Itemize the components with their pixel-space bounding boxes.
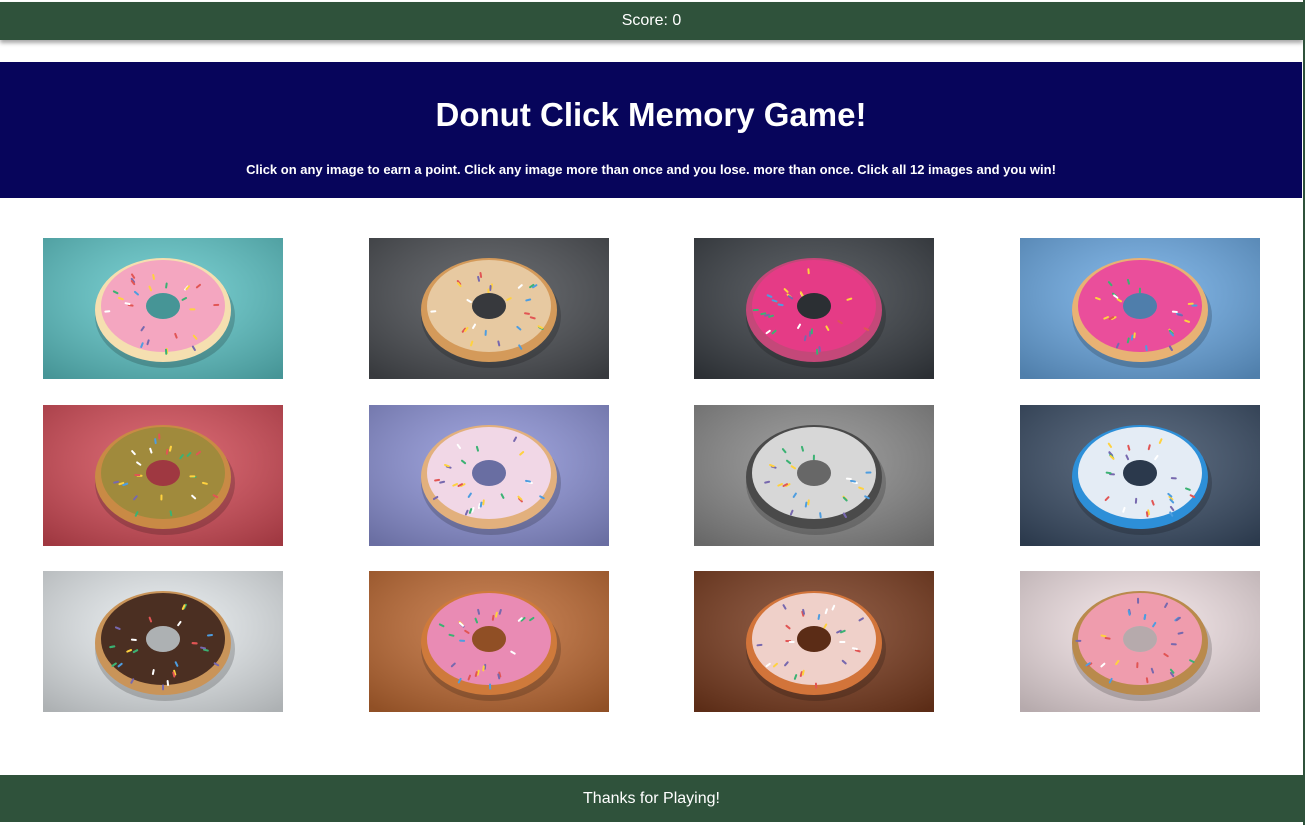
- donut-photo: [1020, 405, 1260, 546]
- donut-card-black-white-plate[interactable]: [694, 405, 934, 546]
- header-jumbotron: Donut Click Memory Game! Click on any im…: [0, 62, 1302, 198]
- score-navbar: Score: 0: [0, 2, 1303, 40]
- donut-card-chocolate-drizzle[interactable]: [43, 571, 283, 712]
- game-page: Score: 0 Donut Click Memory Game! Click …: [0, 0, 1305, 825]
- donut-photo: [694, 238, 934, 379]
- donut-card-pink-sprinkles-dark[interactable]: [694, 238, 934, 379]
- donut-photo: [1020, 238, 1260, 379]
- donut-card-rainbow-closeup[interactable]: [369, 571, 609, 712]
- donut-photo: [694, 405, 934, 546]
- donut-card-sprinkle-eggs[interactable]: [694, 571, 934, 712]
- donut-photo: [43, 238, 283, 379]
- donut-photo: [43, 571, 283, 712]
- donut-card-blue-sprinkles[interactable]: [1020, 405, 1260, 546]
- donut-card-pink-bitten-teal[interactable]: [43, 238, 283, 379]
- donut-card-pink-cruller[interactable]: [1020, 571, 1260, 712]
- donut-photo: [43, 405, 283, 546]
- donut-photo: [369, 405, 609, 546]
- donut-photo: [369, 571, 609, 712]
- donut-photo: [369, 238, 609, 379]
- donut-card-red-checkered[interactable]: [43, 405, 283, 546]
- footer: Thanks for Playing!: [0, 775, 1303, 822]
- donut-card-hands-sprinkles[interactable]: [369, 238, 609, 379]
- footer-text: Thanks for Playing!: [583, 790, 720, 807]
- page-title: Donut Click Memory Game!: [435, 96, 867, 133]
- donut-card-stacked-lavender[interactable]: [369, 405, 609, 546]
- donut-photo: [694, 571, 934, 712]
- game-instructions: Click on any image to earn a point. Clic…: [246, 162, 1056, 177]
- score-display: Score: 0: [621, 12, 682, 29]
- donut-card-pink-blue-background[interactable]: [1020, 238, 1260, 379]
- donut-photo: [1020, 571, 1260, 712]
